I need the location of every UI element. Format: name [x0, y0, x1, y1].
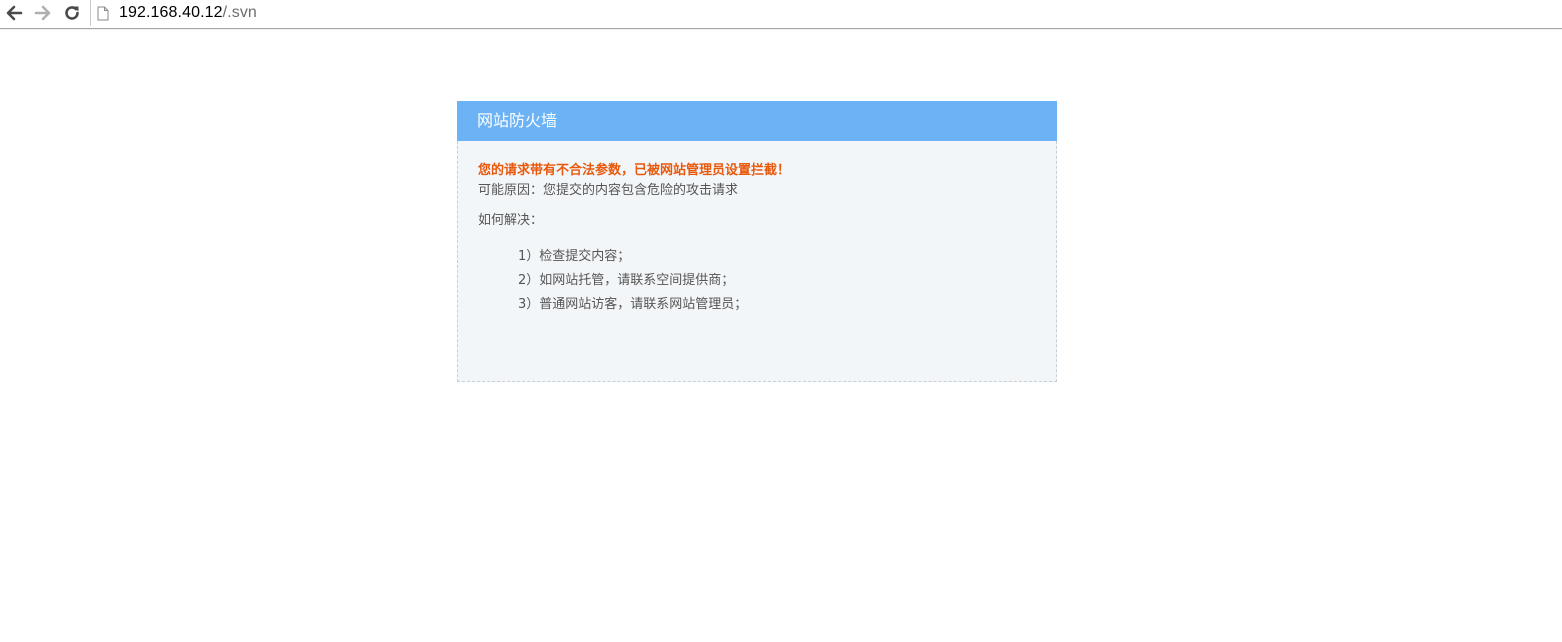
back-button[interactable]: [3, 2, 25, 24]
firewall-notice: 网站防火墙 您的请求带有不合法参数，已被网站管理员设置拦截！ 可能原因：您提交的…: [457, 101, 1057, 382]
how-to-heading: 如何解决：: [478, 213, 544, 228]
firewall-title: 网站防火墙: [457, 101, 1057, 141]
alert-message: 您的请求带有不合法参数，已被网站管理员设置拦截！: [478, 163, 791, 178]
url-text[interactable]: 192.168.40.12/.svn: [119, 4, 257, 22]
forward-button[interactable]: [32, 2, 54, 24]
reason-text: 可能原因：您提交的内容包含危险的攻击请求: [478, 183, 739, 198]
reload-icon: [63, 4, 81, 22]
page-icon: [97, 5, 111, 21]
step-item: 1）检查提交内容；: [518, 249, 631, 264]
arrow-right-icon: [34, 5, 52, 21]
step-item: 3）普通网站访客，请联系网站管理员；: [518, 297, 748, 312]
arrow-left-icon: [5, 5, 23, 21]
address-bar[interactable]: 192.168.40.12/.svn: [90, 0, 1562, 26]
firewall-body: 您的请求带有不合法参数，已被网站管理员设置拦截！ 可能原因：您提交的内容包含危险…: [457, 141, 1057, 382]
browser-toolbar: 192.168.40.12/.svn: [0, 0, 1562, 29]
step-item: 2）如网站托管，请联系空间提供商；: [518, 273, 735, 288]
reload-button[interactable]: [61, 2, 83, 24]
url-host: 192.168.40.12: [119, 4, 223, 21]
steps-list: 1）检查提交内容； 2）如网站托管，请联系空间提供商； 3）普通网站访客，请联系…: [478, 245, 1036, 317]
url-path: /.svn: [222, 4, 257, 21]
